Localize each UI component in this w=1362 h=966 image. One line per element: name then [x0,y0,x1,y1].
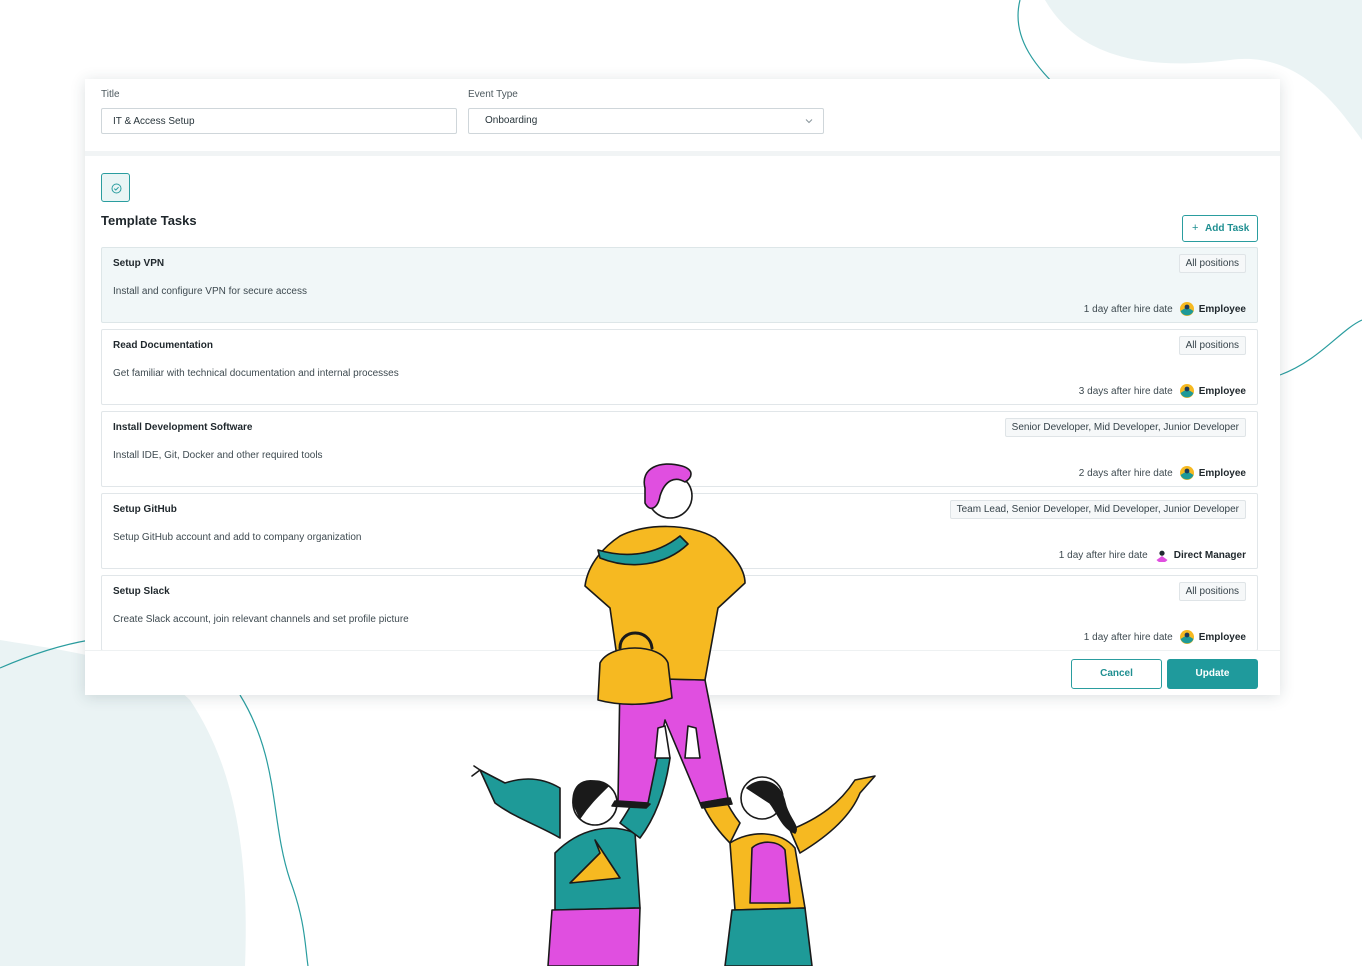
update-button[interactable]: Update [1167,659,1258,689]
task-description: Get familiar with technical documentatio… [113,368,399,379]
task-assignee: Employee [1198,467,1246,479]
task-assignee: Employee [1198,631,1246,643]
task-meta: 3 days after hire date Employee [1079,382,1246,400]
task-meta: 2 days after hire date Employee [1079,464,1246,482]
task-card[interactable]: Setup VPN Install and configure VPN for … [101,247,1258,323]
task-timing: 2 days after hire date [1078,467,1173,479]
cancel-button[interactable]: Cancel [1071,659,1162,689]
add-task-button[interactable]: + Add Task [1182,215,1258,242]
task-meta: 1 day after hire date Direct Manager [1059,546,1246,564]
section-divider [85,151,1280,156]
task-name: Setup Slack [113,586,170,597]
task-description: Setup GitHub account and add to company … [113,532,362,543]
employee-avatar-icon [1179,384,1194,398]
task-assignee: Direct Manager [1173,549,1246,561]
event-type-value: Onboarding [485,115,538,126]
chevron-down-icon [805,119,813,124]
task-description: Install IDE, Git, Docker and other requi… [113,450,323,461]
positions-badge: Team Lead, Senior Developer, Mid Develop… [949,500,1246,519]
task-card[interactable]: Read Documentation Get familiar with tec… [101,329,1258,405]
positions-badge: Senior Developer, Mid Developer, Junior … [1004,418,1246,437]
task-name: Setup VPN [113,258,165,269]
add-task-label: Add Task [1205,223,1250,234]
employee-avatar-icon [1179,302,1194,316]
task-assignee: Employee [1198,303,1246,315]
title-label: Title [101,89,120,100]
task-name: Setup GitHub [113,504,177,515]
title-input[interactable] [101,108,457,134]
positions-badge: All positions [1178,254,1246,273]
team-pyramid-illustration [471,463,876,966]
employee-avatar-icon [1179,630,1194,644]
check-circle-button[interactable] [101,173,130,202]
positions-badge: All positions [1178,582,1246,601]
task-meta: 1 day after hire date Employee [1084,300,1246,318]
task-assignee: Employee [1198,385,1246,397]
plus-icon: + [1192,222,1199,234]
task-description: Install and configure VPN for secure acc… [113,286,307,297]
event-type-select[interactable]: Onboarding [468,108,824,134]
task-description: Create Slack account, join relevant chan… [113,614,409,625]
task-timing: 1 day after hire date [1058,549,1148,561]
event-type-label: Event Type [468,89,518,100]
task-name: Read Documentation [113,340,214,351]
task-timing: 1 day after hire date [1083,303,1173,315]
positions-badge: All positions [1178,336,1246,355]
template-form: Title Event Type Onboarding [85,79,1280,151]
task-timing: 3 days after hire date [1078,385,1173,397]
check-circle-icon [111,183,122,194]
task-meta: 1 day after hire date Employee [1084,628,1246,646]
manager-avatar-icon [1154,548,1169,562]
section-title: Template Tasks [101,213,197,228]
employee-avatar-icon [1179,466,1194,480]
task-name: Install Development Software [113,422,253,433]
task-timing: 1 day after hire date [1083,631,1173,643]
